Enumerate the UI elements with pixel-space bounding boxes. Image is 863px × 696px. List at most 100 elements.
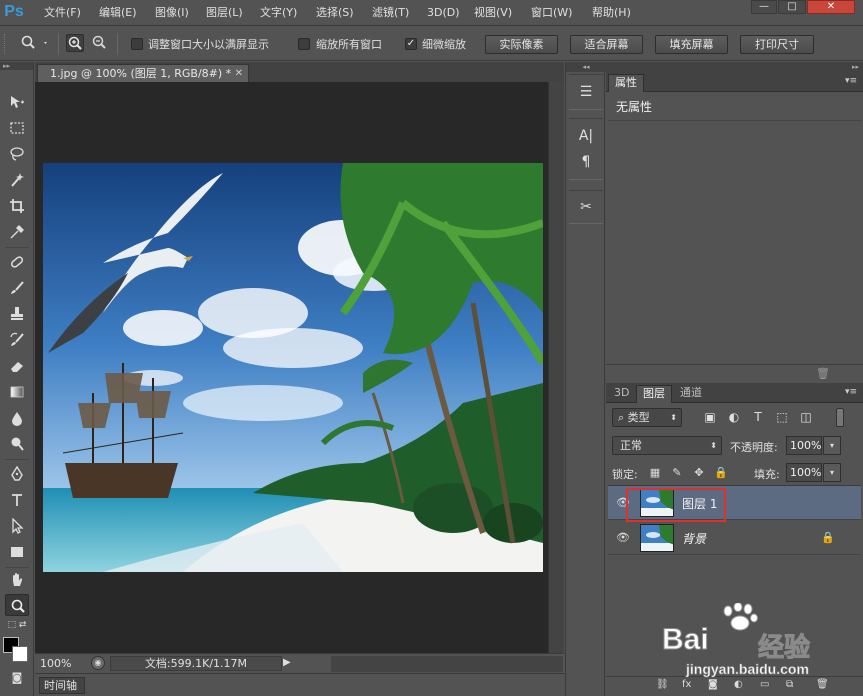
panel-collapse-strip[interactable]: ▸▸ [606,62,863,72]
menu-window[interactable]: 窗口(W) [529,4,574,21]
zoom-tool-preset-icon[interactable] [18,34,52,52]
layer-style-icon[interactable]: fx [682,679,691,690]
paragraph-panel-icon[interactable]: ¶ [574,151,598,173]
new-group-icon[interactable]: ▭ [760,679,769,690]
opacity-input[interactable]: 100% [786,436,822,455]
lock-all-icon[interactable]: 🔒 [714,466,728,480]
zoom-level[interactable]: 100% [40,657,71,670]
gradient-tool-icon[interactable] [5,381,29,403]
type-tool-icon[interactable] [5,489,29,511]
lock-paint-icon[interactable]: ✎ [670,466,684,480]
fill-input[interactable]: 100% [786,463,822,482]
resize-windows-checkbox[interactable] [131,38,143,50]
menu-type[interactable]: 文字(Y) [258,4,299,21]
close-button[interactable]: ✕ [807,0,855,14]
trash-icon[interactable]: 🗑 [816,367,830,380]
filter-toggle[interactable] [836,408,844,427]
layer-filter-select[interactable]: ⌕ 类型 ⬍ [612,408,682,427]
healing-brush-tool-icon[interactable] [5,251,29,273]
menu-file[interactable]: 文件(F) [42,4,83,21]
crop-tool-icon[interactable] [5,195,29,217]
timeline-tab[interactable]: 时间轴 [39,677,85,694]
link-layers-icon[interactable]: ⛓ [656,679,669,690]
eye-icon[interactable]: 👁 [616,531,630,545]
adjustment-layer-icon[interactable]: ◐ [734,679,743,690]
tab-3d[interactable]: 3D [608,385,635,403]
menu-image[interactable]: 图像(I) [153,4,191,21]
eyedropper-tool-icon[interactable] [5,221,29,243]
hand-tool-icon[interactable] [5,569,29,591]
filter-adjustment-icon[interactable]: ◐ [726,409,742,425]
move-tool-icon[interactable] [5,91,29,113]
background-color-swatch[interactable] [12,646,28,662]
status-expand-icon[interactable]: ▶ [283,657,291,668]
fit-screen-button[interactable]: 适合屏幕 [570,35,643,54]
document-tab[interactable]: 1.jpg @ 100% (图层 1, RGB/8#) * ✕ [37,64,249,82]
tab-properties[interactable]: 属性 [608,74,644,92]
menu-view[interactable]: 视图(V) [472,4,514,21]
filter-shape-icon[interactable]: ⬚ [774,409,790,425]
character-panel-icon[interactable]: A| [574,125,598,147]
eraser-tool-icon[interactable] [5,355,29,377]
history-brush-tool-icon[interactable] [5,329,29,351]
lock-transparent-icon[interactable]: ▦ [648,466,662,480]
tab-channels[interactable]: 通道 [674,385,708,403]
lasso-tool-icon[interactable] [5,143,29,165]
fill-dropdown[interactable]: ▾ [823,463,841,482]
zoom-in-icon[interactable] [66,34,84,52]
vertical-scrollbar[interactable] [548,82,564,653]
minimize-button[interactable]: — [751,0,777,14]
tools-panel-collapse[interactable]: ▸▸ [0,62,33,70]
panel-menu-icon[interactable]: ▾≡ [845,76,857,86]
swap-colors-icon[interactable]: ⬚ ⇄ [5,618,29,632]
blur-tool-icon[interactable] [5,407,29,429]
marquee-tool-icon[interactable] [5,117,29,139]
brush-tool-icon[interactable] [5,277,29,299]
clone-stamp-tool-icon[interactable] [5,303,29,325]
opacity-dropdown[interactable]: ▾ [823,436,841,455]
lock-position-icon[interactable]: ✥ [692,466,706,480]
canvas-area[interactable] [35,82,548,653]
menu-filter[interactable]: 滤镜(T) [370,4,411,21]
status-menu-icon[interactable]: ◉ [91,656,105,670]
maximize-button[interactable]: □ [778,0,806,14]
tab-layers[interactable]: 图层 [636,385,672,403]
zoom-out-icon[interactable] [90,34,108,52]
properties-panel-icon[interactable]: ☰ [574,81,598,103]
tool-presets-icon[interactable]: ✂ [574,196,598,218]
panel-menu-icon[interactable]: ▾≡ [845,387,857,397]
filter-pixel-icon[interactable]: ▣ [702,409,718,425]
canvas-image[interactable] [43,163,543,572]
properties-footer: 🗑 [606,364,863,380]
dodge-tool-icon[interactable] [5,433,29,455]
horizontal-scrollbar[interactable] [331,656,563,672]
zoom-all-windows-checkbox[interactable] [298,38,310,50]
menu-edit[interactable]: 编辑(E) [97,4,139,21]
layer-row[interactable]: 👁 背景 🔒 [608,521,861,555]
fill-screen-button[interactable]: 填充屏幕 [655,35,728,54]
actual-pixels-button[interactable]: 实际像素 [485,35,558,54]
menu-select[interactable]: 选择(S) [314,4,356,21]
scrubby-zoom-checkbox[interactable]: ✓ [405,38,417,50]
menu-3d[interactable]: 3D(D) [425,4,462,21]
close-tab-icon[interactable]: ✕ [235,65,243,82]
filter-type-icon[interactable]: T [750,409,766,425]
path-selection-tool-icon[interactable] [5,515,29,537]
layer-name[interactable]: 背景 [682,530,706,547]
print-size-button[interactable]: 打印尺寸 [740,35,814,54]
layer-row[interactable]: 👁 图层 1 [608,486,861,522]
menu-help[interactable]: 帮助(H) [590,4,633,21]
filter-smart-object-icon[interactable]: ◫ [798,409,814,425]
add-mask-icon[interactable]: ◙ [708,679,718,690]
quick-selection-tool-icon[interactable] [5,169,29,191]
new-layer-icon[interactable]: ⧉ [786,679,793,690]
trash-icon[interactable]: 🗑 [816,679,829,690]
zoom-tool-icon[interactable] [5,594,29,616]
quick-mask-icon[interactable]: ◙ [5,669,29,687]
dock-collapse[interactable]: ◂◂ [566,62,606,72]
menu-layer[interactable]: 图层(L) [204,4,245,21]
pen-tool-icon[interactable] [5,463,29,485]
search-icon: ⌕ [618,411,628,424]
rectangle-tool-icon[interactable] [5,541,29,563]
blend-mode-select[interactable]: 正常 ⬍ [612,436,722,455]
